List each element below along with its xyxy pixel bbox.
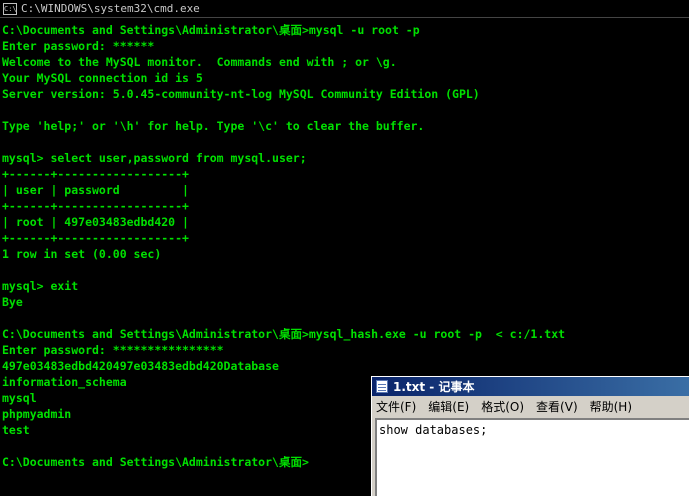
notepad-menu-bar: 文件(F) 编辑(E) 格式(O) 查看(V) 帮助(H) xyxy=(372,396,689,416)
console-line: +------+------------------+ xyxy=(2,167,189,181)
menu-format[interactable]: 格式(O) xyxy=(481,398,524,415)
console-line: +------+------------------+ xyxy=(2,199,189,213)
console-line: Bye xyxy=(2,295,23,309)
notepad-text-area[interactable]: show databases; xyxy=(375,418,689,496)
notepad-title-bar[interactable]: 1.txt - 记事本 xyxy=(372,377,689,396)
console-line: 497e03483edbd420497e03483edbd420Database xyxy=(2,359,279,373)
console-line: C:\Documents and Settings\Administrator\… xyxy=(2,23,420,37)
console-line: C:\Documents and Settings\Administrator\… xyxy=(2,327,566,341)
console-line: Type 'help;' or '\h' for help. Type '\c'… xyxy=(2,119,425,133)
console-line: Enter password: **************** xyxy=(2,343,224,357)
console-line: Enter password: ****** xyxy=(2,39,155,53)
console-line: Server version: 5.0.45-community-nt-log … xyxy=(2,87,480,101)
menu-help[interactable]: 帮助(H) xyxy=(590,398,632,415)
menu-view[interactable]: 查看(V) xyxy=(536,398,578,415)
console-line: | root | 497e03483edbd420 | xyxy=(2,215,189,229)
cmd-title-bar[interactable]: C:\ C:\WINDOWS\system32\cmd.exe xyxy=(0,0,689,18)
console-line: +------+------------------+ xyxy=(2,231,189,245)
menu-edit[interactable]: 编辑(E) xyxy=(428,398,469,415)
notepad-icon xyxy=(376,380,388,393)
console-line: | user | password | xyxy=(2,183,189,197)
console-line: mysql> exit xyxy=(2,279,79,293)
notepad-title: 1.txt - 记事本 xyxy=(393,380,475,394)
console-line: mysql> select user,password from mysql.u… xyxy=(2,151,307,165)
console-line: Your MySQL connection id is 5 xyxy=(2,71,203,85)
cmd-icon: C:\ xyxy=(3,2,17,15)
notepad-window[interactable]: 1.txt - 记事本 文件(F) 编辑(E) 格式(O) 查看(V) 帮助(H… xyxy=(371,376,689,496)
console-line: Welcome to the MySQL monitor. Commands e… xyxy=(2,55,397,69)
menu-file[interactable]: 文件(F) xyxy=(376,398,416,415)
cmd-window-title: C:\WINDOWS\system32\cmd.exe xyxy=(21,2,200,15)
console-line: 1 row in set (0.00 sec) xyxy=(2,247,162,261)
